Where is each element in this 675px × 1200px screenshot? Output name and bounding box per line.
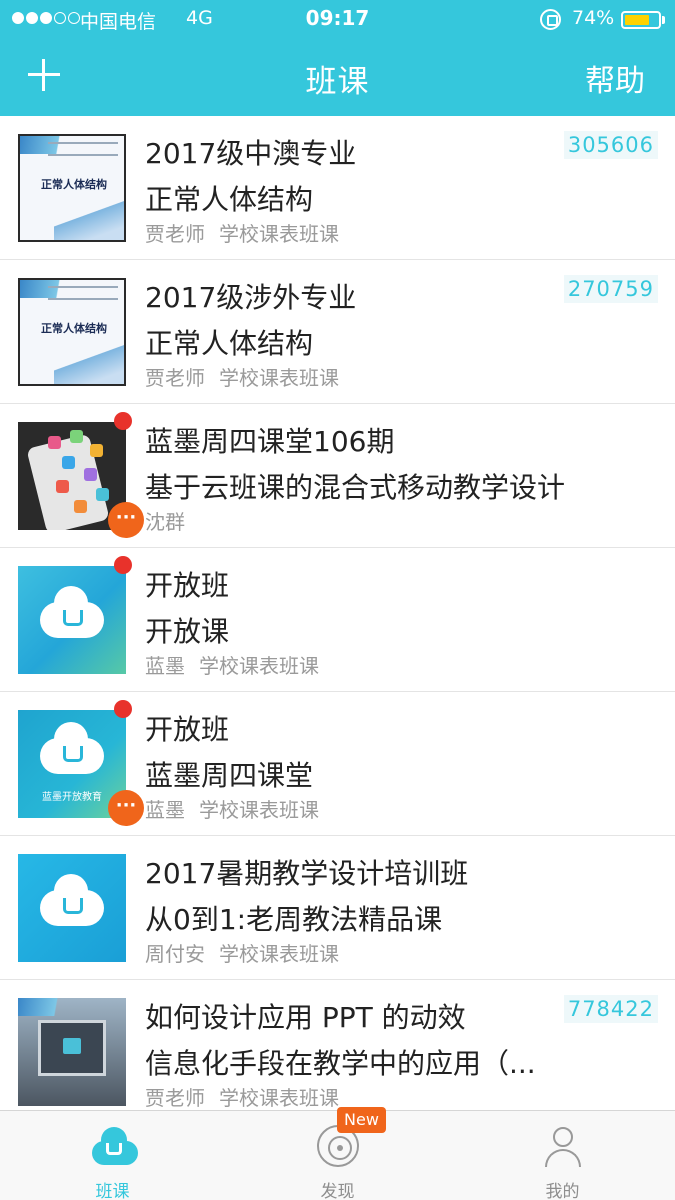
battery-fill: [625, 15, 649, 25]
class-code: 778422: [563, 995, 658, 1023]
class-list-item[interactable]: 正常人体结构 2017级涉外专业 正常人体结构 贾老师 学校课表班课 270759: [0, 260, 675, 404]
more-options-icon[interactable]: ···: [108, 790, 144, 826]
tab-me[interactable]: 我的: [450, 1111, 675, 1200]
battery-percent: 74%: [572, 7, 615, 29]
class-thumbnail: [18, 556, 132, 674]
class-list-item[interactable]: 蓝墨开放教育 ··· 开放班 蓝墨周四课堂 蓝墨 学校课表班课: [0, 692, 675, 836]
unread-dot: [114, 700, 132, 718]
cloud-logo-image: [18, 566, 126, 674]
battery-cap: [662, 16, 665, 24]
tab-label: 班课: [95, 1182, 130, 1200]
teacher-name: 贾老师: [145, 366, 205, 390]
class-title: 蓝墨周四课堂106期: [145, 425, 395, 458]
class-title: 2017暑期教学设计培训班: [145, 857, 469, 890]
book-cover-image: 正常人体结构: [18, 278, 126, 386]
class-meta: 贾老师 学校课表班课: [145, 218, 339, 247]
class-thumbnail: 正常人体结构: [18, 278, 126, 386]
class-list-item[interactable]: 正常人体结构 2017级中澳专业 正常人体结构 贾老师 学校课表班课 305606: [0, 116, 675, 260]
course-name: 正常人体结构: [145, 327, 314, 360]
more-options-icon[interactable]: ···: [108, 502, 144, 538]
course-name: 信息化手段在教学中的应用（...: [145, 1047, 536, 1080]
user-icon: [542, 1125, 584, 1167]
class-source: 学校课表班课: [219, 366, 339, 390]
unread-dot: [114, 412, 132, 430]
teacher-name: 贾老师: [145, 1086, 205, 1110]
course-name: 正常人体结构: [145, 183, 314, 216]
tab-label: 我的: [545, 1182, 580, 1200]
class-title: 开放班: [145, 713, 230, 746]
class-thumbnail: ···: [18, 412, 144, 538]
class-list-item[interactable]: ··· 蓝墨周四课堂106期 基于云班课的混合式移动教学设计 沈群: [0, 404, 675, 548]
teacher-name: 沈群: [145, 510, 185, 534]
teacher-name: 周付安: [145, 942, 205, 966]
class-thumbnail: 正常人体结构: [18, 134, 126, 242]
class-thumbnail: [18, 998, 126, 1106]
page-title: 班课: [305, 64, 370, 100]
class-meta: 贾老师 学校课表班课: [145, 1082, 339, 1111]
class-thumbnail: 蓝墨开放教育 ···: [18, 700, 144, 826]
course-name: 基于云班课的混合式移动教学设计: [145, 471, 566, 504]
class-meta: 蓝墨 学校课表班课: [145, 650, 319, 679]
help-button[interactable]: 帮助: [585, 56, 645, 100]
teacher-name: 贾老师: [145, 222, 205, 246]
class-title: 2017级中澳专业: [145, 137, 357, 170]
class-meta: 周付安 学校课表班课: [145, 938, 339, 967]
class-title: 如何设计应用 PPT 的动效: [145, 1001, 466, 1034]
class-code: 270759: [563, 275, 658, 303]
rotation-lock-icon: [540, 9, 561, 30]
new-badge: New: [337, 1107, 386, 1133]
course-name: 开放课: [145, 615, 230, 648]
unread-dot: [114, 556, 132, 574]
book-cover-title: 正常人体结构: [41, 322, 107, 335]
bottom-tab-bar: 班课 发现 我的 New: [0, 1107, 675, 1200]
ppt-cover-image: [18, 998, 126, 1106]
class-title: 开放班: [145, 569, 230, 602]
class-source: 学校课表班课: [219, 1086, 339, 1110]
class-source: 学校课表班课: [199, 798, 319, 822]
cloud-logo-image: [18, 854, 126, 962]
course-name: 从0到1:老周教法精品课: [145, 903, 443, 936]
class-meta: 贾老师 学校课表班课: [145, 362, 339, 391]
class-list-item[interactable]: 2017暑期教学设计培训班 从0到1:老周教法精品课 周付安 学校课表班课: [0, 836, 675, 980]
class-list-item[interactable]: 如何设计应用 PPT 的动效 信息化手段在教学中的应用（... 贾老师 学校课表班…: [0, 980, 675, 1124]
class-code: 305606: [563, 131, 658, 159]
class-title: 2017级涉外专业: [145, 281, 357, 314]
class-meta: 蓝墨 学校课表班课: [145, 794, 319, 823]
teacher-name: 蓝墨: [145, 798, 185, 822]
course-name: 蓝墨周四课堂: [145, 759, 314, 792]
status-bar: 中国电信 4G 09:17 74%: [0, 0, 675, 38]
class-source: 学校课表班课: [219, 942, 339, 966]
teacher-name: 蓝墨: [145, 654, 185, 678]
class-thumbnail: [18, 854, 126, 962]
book-cover-image: 正常人体结构: [18, 134, 126, 242]
tab-classes[interactable]: 班课: [0, 1111, 225, 1200]
class-list-item[interactable]: 开放班 开放课 蓝墨 学校课表班课: [0, 548, 675, 692]
battery-icon: [621, 11, 661, 29]
book-cover-title: 正常人体结构: [41, 178, 107, 191]
class-meta: 沈群: [145, 506, 185, 535]
cloud-icon: [92, 1125, 138, 1167]
class-source: 学校课表班课: [199, 654, 319, 678]
class-source: 学校课表班课: [219, 222, 339, 246]
tab-label: 发现: [320, 1182, 355, 1200]
class-list: 正常人体结构 2017级中澳专业 正常人体结构 贾老师 学校课表班课 305606…: [0, 116, 675, 1124]
top-bar: 中国电信 4G 09:17 74% 班课 帮助: [0, 0, 675, 116]
